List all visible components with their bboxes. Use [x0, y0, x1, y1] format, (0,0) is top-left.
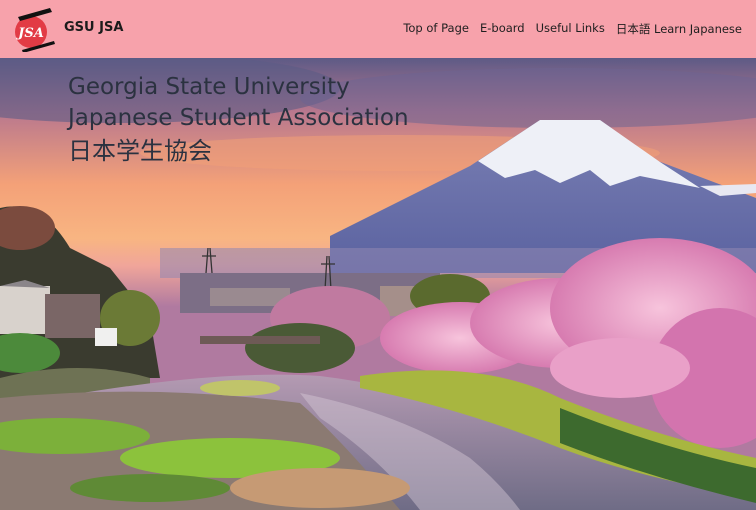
nav-link-useful-links[interactable]: Useful Links: [536, 21, 605, 37]
site-name: GSU JSA: [64, 19, 124, 35]
hero-banner: Georgia State University Japanese Studen…: [0, 58, 756, 510]
hero-title-association: Japanese Student Association: [68, 105, 409, 131]
nav-link-top-of-page[interactable]: Top of Page: [403, 21, 469, 37]
svg-text:JSA: JSA: [15, 26, 44, 41]
hero-title-university: Georgia State University: [68, 74, 350, 100]
jsa-logo: JSA: [14, 6, 58, 53]
top-navbar: JSA GSU JSA Top of Page E-board Useful L…: [0, 0, 756, 58]
nav-link-learn-japanese[interactable]: 日本語 Learn Japanese: [616, 21, 742, 37]
hero-title: Georgia State University Japanese Studen…: [68, 72, 409, 168]
hero-title-japanese: 日本学生協会: [68, 137, 212, 165]
nav-link-e-board[interactable]: E-board: [480, 21, 525, 37]
brand-home-link[interactable]: JSA GSU JSA: [14, 6, 124, 53]
main-menu: Top of Page E-board Useful Links 日本語 Lea…: [403, 21, 742, 37]
